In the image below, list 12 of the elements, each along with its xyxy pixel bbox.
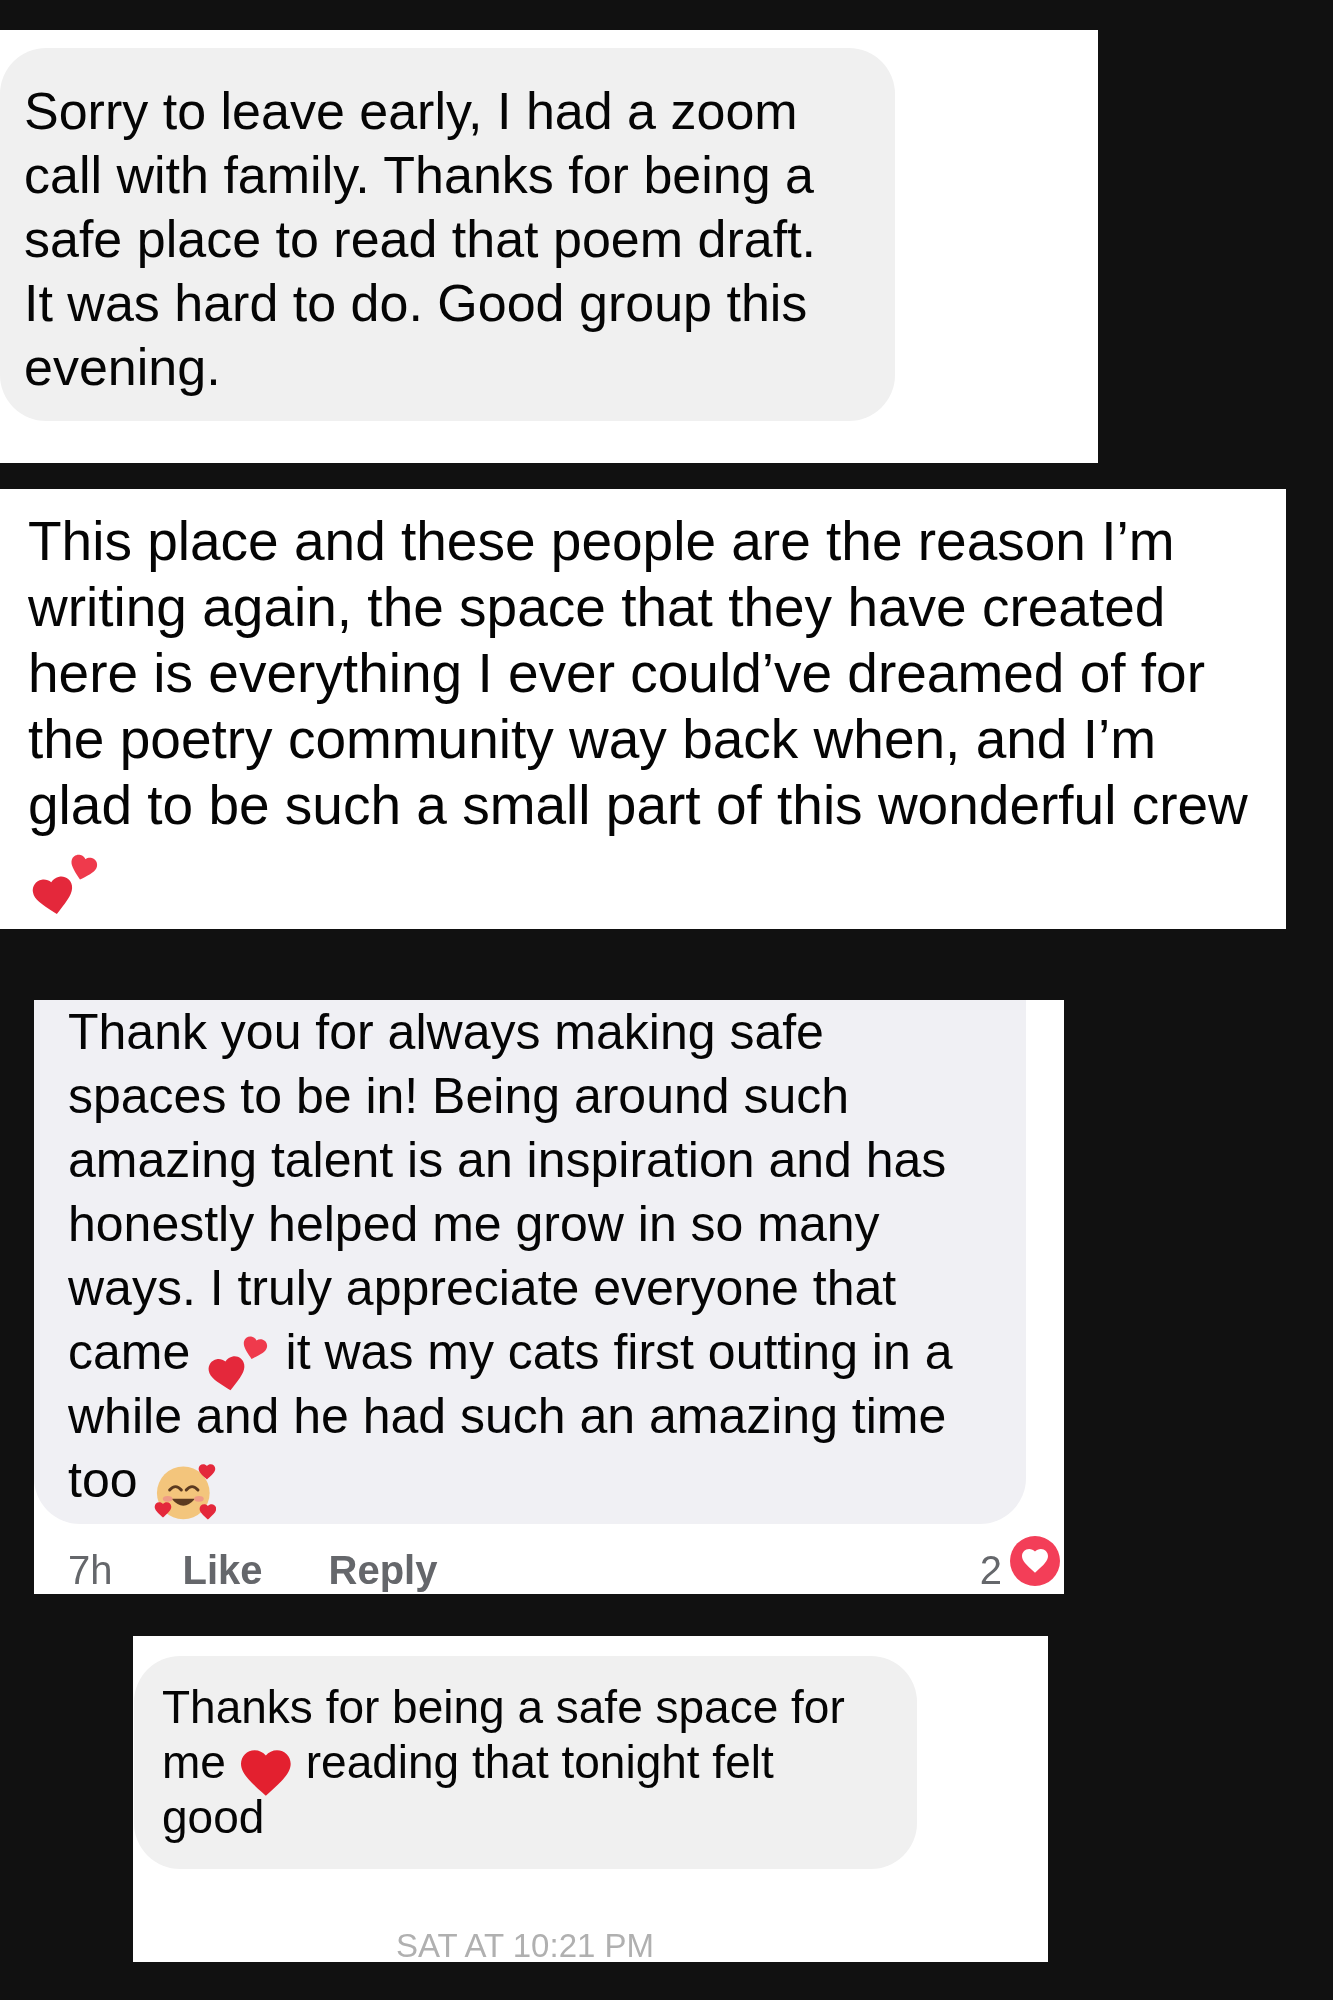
love-reaction-icon: [1010, 1536, 1060, 1586]
heart-icon: [241, 1750, 291, 1797]
reaction-count: 2: [979, 1547, 1002, 1594]
comment-time: 7h: [68, 1547, 113, 1594]
comment-text: Sorry to leave early, I had a zoom call with family. Thanks for being a safe place to read that poem draft. It was hard to do. Good group this evening.: [24, 81, 818, 398]
comment-text: This place and these people are the reason I’m writing again, the space that they have created here is everything I ever could’ve dreamed of for the poetry community way back when, and I’m glad to be such a small part of this wonderful crew: [28, 508, 1268, 907]
reply-button[interactable]: Reply: [326, 1547, 440, 1594]
smiling-face-with-hearts-icon: [153, 1462, 217, 1522]
comment-text: Thank you for always making safe spaces to be in! Being around such amazing talent is an inspiration and has honestly helped me grow in so many ways. I truly appreciate everyone that came it was my cats first outting in a while and he had such an amazing time too: [68, 1000, 988, 1512]
like-button[interactable]: Like: [180, 1547, 265, 1594]
message-timestamp: SAT AT 10:21 PM: [396, 1930, 654, 1962]
comment-text: Thanks for being a safe space for me reading that tonight felt good: [162, 1680, 846, 1845]
